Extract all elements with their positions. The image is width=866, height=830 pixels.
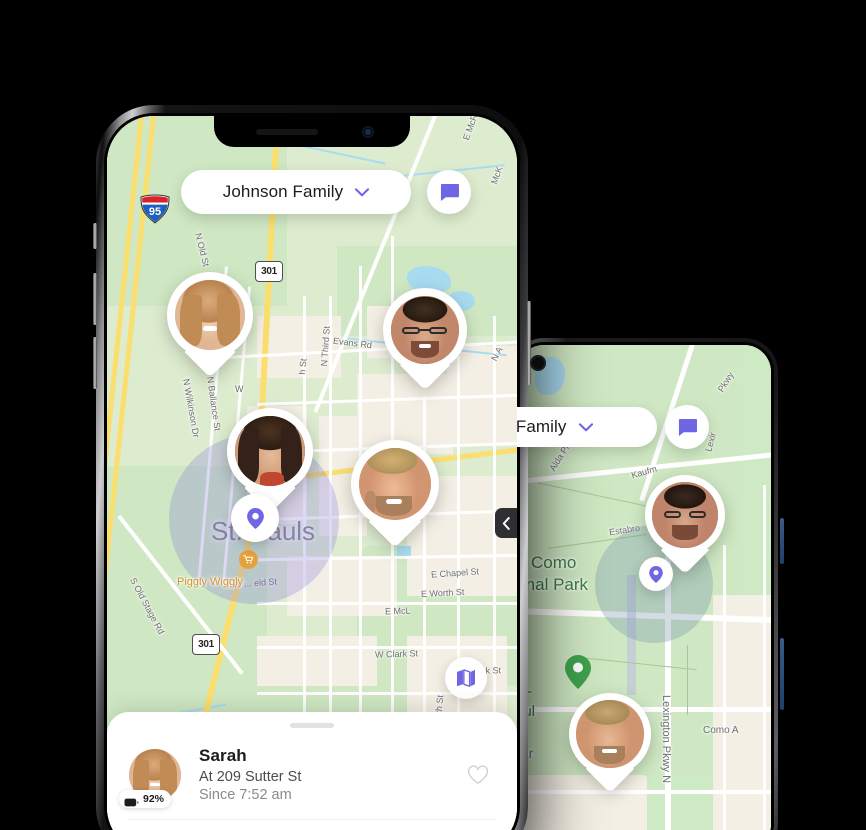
layers-button[interactable]	[445, 657, 487, 699]
pin-body	[569, 693, 651, 775]
pin-body	[167, 272, 253, 358]
avatar	[358, 447, 432, 521]
family-selector-back[interactable]: n Family	[517, 407, 657, 447]
phone-back-device: Pkwy Lexir Alda Pl Kaufm Estabro Lexingt…	[510, 338, 784, 830]
front-camera-punch-hole	[530, 355, 546, 371]
selected-person-info: Sarah At 209 Sutter St Since 7:52 am	[199, 746, 467, 803]
phone-back-screen: Pkwy Lexir Alda Pl Kaufm Estabro Lexingt…	[517, 345, 771, 830]
poi-label: Piggly Wiggly	[177, 576, 244, 588]
front-camera-icon	[362, 126, 374, 138]
map-label-w-clark-st: W Clark St	[374, 648, 419, 660]
member-pin-sarah[interactable]	[167, 272, 253, 378]
heart-outline-icon[interactable]	[467, 764, 489, 785]
selected-person-row[interactable]: 92% Sarah At 209 Sutter St Since 7:52 am	[119, 728, 495, 817]
chevron-left-icon	[502, 516, 510, 530]
poi-piggly-wiggly[interactable]: Piggly Wiggly	[177, 550, 281, 588]
chevron-down-icon	[355, 187, 370, 196]
chat-button-back[interactable]	[665, 405, 709, 449]
person-name: Sarah	[199, 746, 247, 765]
map-label-como-ave: Como A	[703, 725, 739, 736]
power-button-back[interactable]	[780, 638, 784, 710]
location-pin-icon	[246, 507, 264, 529]
avatar	[234, 415, 306, 487]
chat-button-front[interactable]	[427, 170, 471, 214]
avatar	[390, 295, 460, 365]
member-pin-linda[interactable]	[227, 408, 313, 514]
family-selector-label: Johnson Family	[222, 182, 344, 201]
chat-bubble-icon	[440, 183, 459, 201]
map-layers-icon	[457, 669, 475, 687]
phone-front-device: 95 301 301 St. Pauls N Old St Evans Rd E…	[93, 105, 531, 830]
volume-down-button[interactable]	[93, 337, 97, 389]
family-selector-label-back: n Family	[517, 417, 567, 436]
volume-button-back[interactable]	[780, 518, 784, 564]
person-address: At 209 Sutter St	[199, 769, 302, 785]
pin-body	[227, 408, 313, 494]
shopping-cart-icon	[238, 550, 258, 569]
phone-front-bezel: 95 301 301 St. Pauls N Old St Evans Rd E…	[104, 113, 520, 830]
svg-text:95: 95	[149, 206, 161, 218]
selected-person-avatar-wrap: 92%	[119, 748, 181, 808]
member-pin-mike-back[interactable]	[645, 475, 725, 574]
us-route-301-shield-bottom: 301	[192, 634, 220, 655]
battery-percent: 92%	[143, 792, 165, 805]
member-pin-mike[interactable]	[383, 288, 467, 392]
phone-back-bezel: Pkwy Lexir Alda Pl Kaufm Estabro Lexingt…	[514, 342, 774, 830]
battery-icon	[124, 794, 139, 807]
back-tab-button[interactable]	[495, 508, 517, 538]
earpiece-speaker	[256, 129, 318, 135]
us-route-301-shield-top: 301	[255, 261, 283, 282]
location-button-front[interactable]	[231, 494, 279, 542]
person-since-time: Since 7:52 am	[199, 787, 292, 803]
device-notch	[214, 116, 410, 147]
member-pin-dave-back[interactable]	[569, 693, 651, 794]
map-label-w: W	[235, 384, 244, 394]
phone-front-screen: 95 301 301 St. Pauls N Old St Evans Rd E…	[107, 116, 517, 830]
bottom-sheet[interactable]: 92% Sarah At 209 Sutter St Since 7:52 am	[107, 712, 517, 830]
family-selector-front[interactable]: Johnson Family	[181, 170, 411, 214]
map-back[interactable]: Pkwy Lexir Alda Pl Kaufm Estabro Lexingt…	[517, 345, 771, 830]
route-number: 301	[261, 266, 277, 277]
pin-body	[351, 440, 439, 528]
pin-body	[383, 288, 467, 372]
pin-body	[645, 475, 725, 555]
map-label-como: Como	[531, 553, 577, 572]
chevron-down-icon	[578, 422, 593, 431]
interstate-95-shield: 95	[139, 194, 171, 224]
map-label-h-st: h St	[297, 358, 309, 376]
location-button-back[interactable]	[639, 557, 673, 591]
screenshot-stage: Pkwy Lexir Alda Pl Kaufm Estabro Lexingt…	[0, 0, 866, 830]
map-label-e-mcl: E McL	[384, 605, 411, 617]
status-badge-battery: 92%	[119, 789, 172, 808]
map-label-lexington-pkwy-n: Lexington Pkwy N	[660, 695, 672, 784]
power-button-front[interactable]	[527, 301, 531, 385]
green-map-pin-icon	[565, 655, 591, 689]
location-pin-icon	[649, 565, 663, 583]
avatar	[652, 482, 718, 548]
avatar	[576, 700, 644, 768]
member-pin-dave[interactable]	[351, 440, 439, 548]
avatar	[174, 279, 246, 351]
sheet-next-row-placeholder	[129, 820, 495, 830]
route-number: 301	[198, 639, 214, 650]
mute-switch[interactable]	[93, 223, 97, 249]
chat-bubble-icon	[678, 418, 697, 436]
volume-up-button[interactable]	[93, 273, 97, 325]
